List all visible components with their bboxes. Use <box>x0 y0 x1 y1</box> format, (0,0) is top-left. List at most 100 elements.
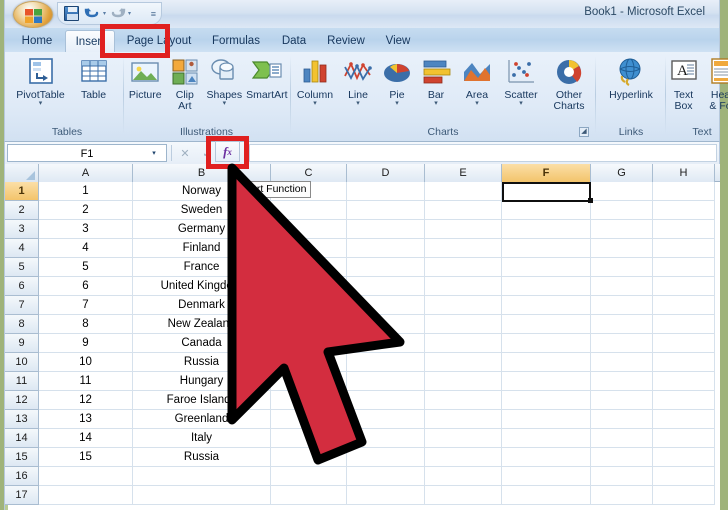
cell-D14[interactable] <box>347 429 425 448</box>
tab-formulas[interactable]: Formulas <box>203 30 269 52</box>
cell-D7[interactable] <box>347 296 425 315</box>
cell-G10[interactable] <box>591 353 653 372</box>
cell-D10[interactable] <box>347 353 425 372</box>
cell-D1[interactable] <box>347 182 425 201</box>
cell-E5[interactable] <box>425 258 502 277</box>
cell-F3[interactable] <box>502 220 591 239</box>
cell-D6[interactable] <box>347 277 425 296</box>
cell-F2[interactable] <box>502 201 591 220</box>
other-charts-button[interactable]: Other Charts <box>545 54 593 112</box>
cell-F14[interactable] <box>502 429 591 448</box>
cell-B5[interactable]: France <box>133 258 271 277</box>
cell-C5[interactable] <box>271 258 347 277</box>
cell-A7[interactable]: 7 <box>39 296 133 315</box>
cell-H17[interactable] <box>653 486 715 505</box>
cell-A4[interactable]: 4 <box>39 239 133 258</box>
cell-H14[interactable] <box>653 429 715 448</box>
row-header-17[interactable]: 17 <box>5 486 39 505</box>
cell-E6[interactable] <box>425 277 502 296</box>
cell-F12[interactable] <box>502 391 591 410</box>
cell-C12[interactable] <box>271 391 347 410</box>
customize-qat-button[interactable]: ≡ <box>151 9 156 19</box>
cell-H6[interactable] <box>653 277 715 296</box>
column-header-c[interactable]: C <box>271 164 347 182</box>
cell-A11[interactable]: 11 <box>39 372 133 391</box>
row-header-13[interactable]: 13 <box>5 410 39 429</box>
area-chart-dropdown-caret-icon[interactable]: ▾ <box>475 100 479 107</box>
cell-F16[interactable] <box>502 467 591 486</box>
cell-D17[interactable] <box>347 486 425 505</box>
line-chart-button[interactable]: Line ▾ <box>338 54 378 107</box>
cell-D5[interactable] <box>347 258 425 277</box>
cell-G9[interactable] <box>591 334 653 353</box>
cell-E7[interactable] <box>425 296 502 315</box>
hyperlink-button[interactable]: Hyperlink <box>600 54 662 101</box>
row-header-9[interactable]: 9 <box>5 334 39 353</box>
row-header-8[interactable]: 8 <box>5 315 39 334</box>
pivot-table-dropdown-caret-icon[interactable]: ▾ <box>39 100 43 107</box>
cell-D3[interactable] <box>347 220 425 239</box>
cell-B16[interactable] <box>133 467 271 486</box>
cell-F9[interactable] <box>502 334 591 353</box>
cell-H12[interactable] <box>653 391 715 410</box>
cell-A14[interactable]: 14 <box>39 429 133 448</box>
cell-D4[interactable] <box>347 239 425 258</box>
cell-C10[interactable] <box>271 353 347 372</box>
column-header-g[interactable]: G <box>591 164 653 182</box>
select-all-corner[interactable] <box>5 164 39 182</box>
fill-handle[interactable] <box>588 198 593 203</box>
row-header-2[interactable]: 2 <box>5 201 39 220</box>
cell-C16[interactable] <box>271 467 347 486</box>
scatter-chart-dropdown-caret-icon[interactable]: ▾ <box>519 100 523 107</box>
row-header-12[interactable]: 12 <box>5 391 39 410</box>
cell-E17[interactable] <box>425 486 502 505</box>
cell-E3[interactable] <box>425 220 502 239</box>
row-header-7[interactable]: 7 <box>5 296 39 315</box>
row-header-5[interactable]: 5 <box>5 258 39 277</box>
cell-B8[interactable]: New Zealand <box>133 315 271 334</box>
row-header-14[interactable]: 14 <box>5 429 39 448</box>
cell-E14[interactable] <box>425 429 502 448</box>
cell-H11[interactable] <box>653 372 715 391</box>
cell-B4[interactable]: Finland <box>133 239 271 258</box>
cell-G13[interactable] <box>591 410 653 429</box>
cell-A10[interactable]: 10 <box>39 353 133 372</box>
cell-B11[interactable]: Hungary <box>133 372 271 391</box>
row-header-15[interactable]: 15 <box>5 448 39 467</box>
row-header-11[interactable]: 11 <box>5 372 39 391</box>
formula-input[interactable] <box>249 144 717 162</box>
cell-B10[interactable]: Russia <box>133 353 271 372</box>
row-header-16[interactable]: 16 <box>5 467 39 486</box>
cell-D8[interactable] <box>347 315 425 334</box>
table-button[interactable]: Table <box>68 54 120 101</box>
cell-B9[interactable]: Canada <box>133 334 271 353</box>
cell-G17[interactable] <box>591 486 653 505</box>
cell-G16[interactable] <box>591 467 653 486</box>
cell-E11[interactable] <box>425 372 502 391</box>
cell-G8[interactable] <box>591 315 653 334</box>
cancel-formula-button[interactable]: ✕ <box>175 144 195 162</box>
cell-B3[interactable]: Germany <box>133 220 271 239</box>
cell-G3[interactable] <box>591 220 653 239</box>
cell-A13[interactable]: 13 <box>39 410 133 429</box>
cell-H10[interactable] <box>653 353 715 372</box>
cell-F10[interactable] <box>502 353 591 372</box>
qat-save-button[interactable] <box>62 4 81 23</box>
text-box-button[interactable]: A Text Box <box>667 54 700 112</box>
cell-C11[interactable] <box>271 372 347 391</box>
qat-redo-button[interactable] <box>108 4 127 23</box>
cell-F6[interactable] <box>502 277 591 296</box>
cell-E8[interactable] <box>425 315 502 334</box>
cell-E15[interactable] <box>425 448 502 467</box>
pivot-table-button[interactable]: PivotTable ▾ <box>15 54 67 107</box>
cell-B7[interactable]: Denmark <box>133 296 271 315</box>
column-header-e[interactable]: E <box>425 164 502 182</box>
column-header-f[interactable]: F <box>502 164 591 182</box>
column-header-h[interactable]: H <box>653 164 715 182</box>
cell-C3[interactable] <box>271 220 347 239</box>
insert-function-button[interactable]: fx <box>215 141 240 162</box>
column-header-d[interactable]: D <box>347 164 425 182</box>
cell-F7[interactable] <box>502 296 591 315</box>
pie-chart-button[interactable]: Pie ▾ <box>379 54 415 107</box>
cell-E4[interactable] <box>425 239 502 258</box>
